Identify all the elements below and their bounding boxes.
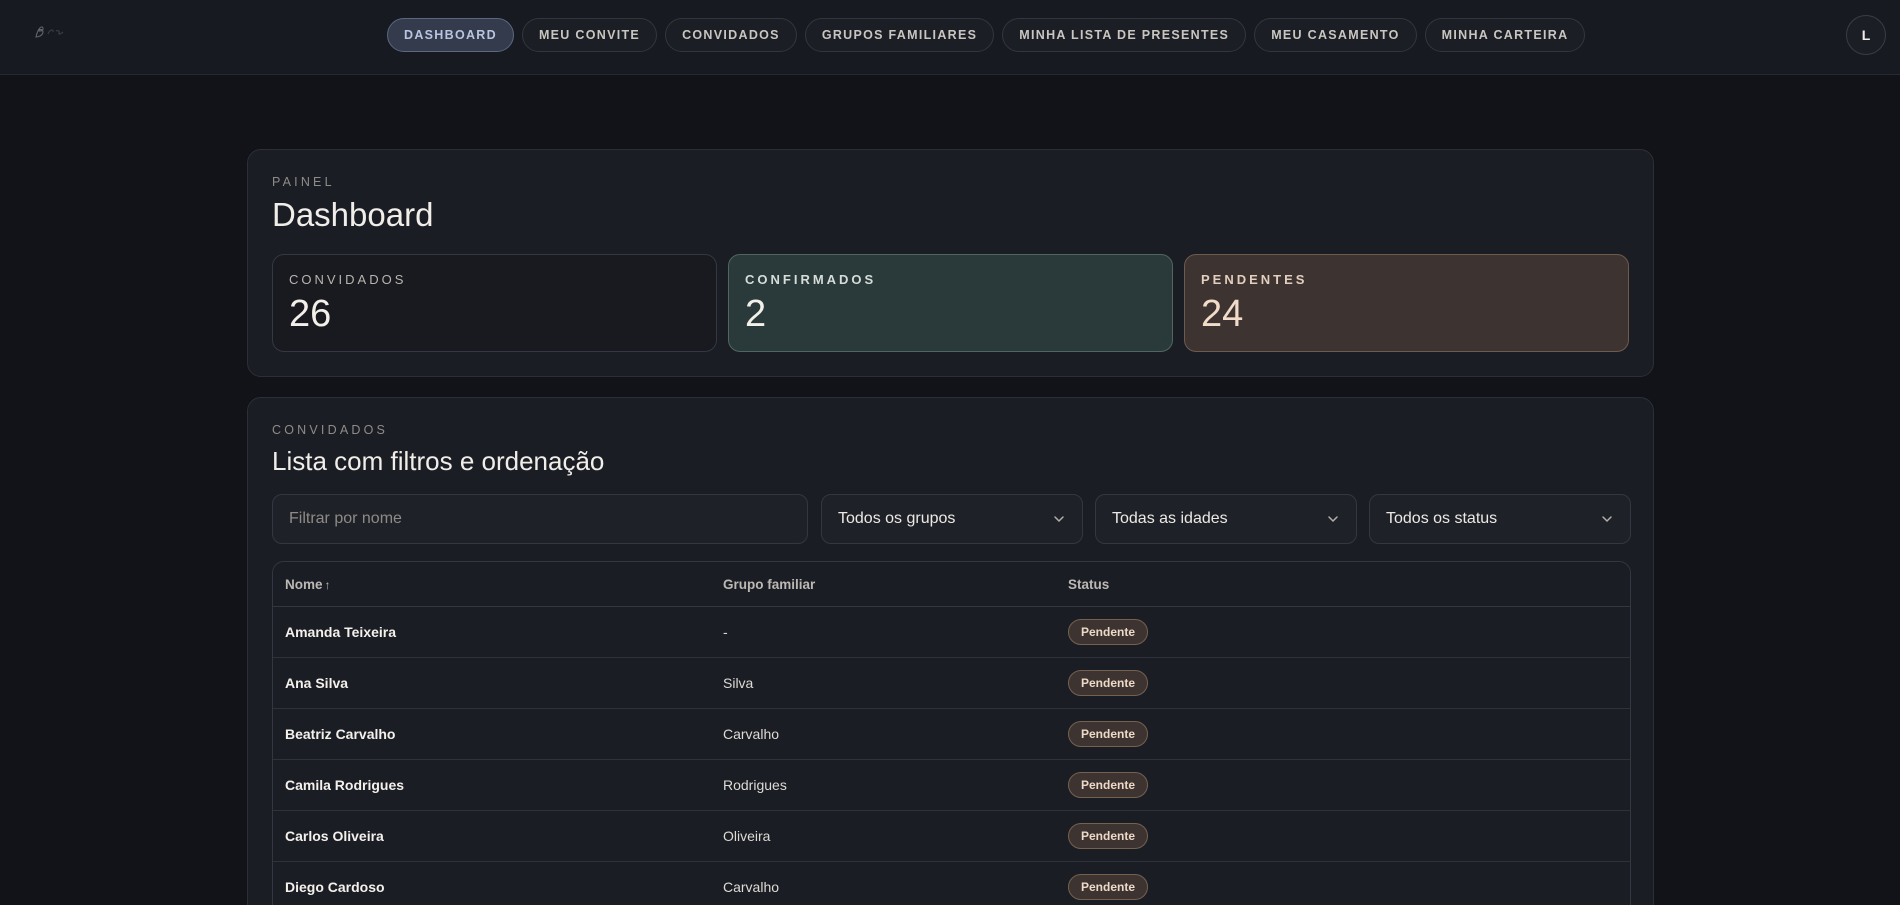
nav-minha-carteira[interactable]: MINHA CARTEIRA <box>1424 18 1586 52</box>
guest-group: Carvalho <box>723 879 780 895</box>
monogram-logo-icon <box>35 26 64 38</box>
stat-label: PENDENTES <box>1201 272 1308 287</box>
guest-name: Carlos Oliveira <box>285 828 384 844</box>
table-row[interactable]: Amanda Teixeira - Pendente <box>273 607 1630 658</box>
table-row[interactable]: Carlos Oliveira Oliveira Pendente <box>273 811 1630 862</box>
group-filter-value: Todos os grupos <box>838 510 956 527</box>
guest-group: Carvalho <box>723 726 780 742</box>
group-filter-select[interactable]: Todos os grupos <box>821 494 1083 544</box>
table-row[interactable]: Ana Silva Silva Pendente <box>273 658 1630 709</box>
stat-value: 2 <box>745 293 767 335</box>
status-badge: Pendente <box>1068 772 1149 798</box>
chevron-down-icon <box>1054 516 1064 523</box>
guest-table: Nome ↑ Grupo familiar Status Amanda Teixe… <box>272 561 1631 905</box>
table-header: Nome ↑ Grupo familiar Status <box>273 562 1630 607</box>
column-header-name-label: Nome <box>285 576 323 592</box>
status-filter-value: Todos os status <box>1386 510 1498 527</box>
guest-name: Beatriz Carvalho <box>285 726 396 742</box>
status-filter-select[interactable]: Todos os status <box>1369 494 1631 544</box>
guest-name: Amanda Teixeira <box>285 624 397 640</box>
guests-eyebrow: CONVIDADOS <box>272 423 389 437</box>
status-badge: Pendente <box>1068 823 1149 849</box>
table-row[interactable]: Diego Cardoso Carvalho Pendente <box>273 862 1630 905</box>
top-navigation-bar: DASHBOARD MEU CONVITE CONVIDADOS GRUPOS … <box>0 0 1900 75</box>
nav-dashboard[interactable]: DASHBOARD <box>387 18 514 52</box>
stat-label: CONVIDADOS <box>289 272 407 287</box>
nav-meu-casamento[interactable]: MEU CASAMENTO <box>1254 18 1417 52</box>
table-row[interactable]: Beatriz Carvalho Carvalho Pendente <box>273 709 1630 760</box>
sort-ascending-icon: ↑ <box>324 577 331 592</box>
guest-name: Ana Silva <box>285 675 349 691</box>
dashboard-summary-card: PAINEL Dashboard CONVIDADOS 26 CONFIRMAD… <box>247 149 1654 377</box>
main-nav: DASHBOARD MEU CONVITE CONVIDADOS GRUPOS … <box>387 18 1586 52</box>
age-filter-value: Todas as idades <box>1112 510 1228 527</box>
dashboard-eyebrow: PAINEL <box>272 175 335 189</box>
column-header-group[interactable]: Grupo familiar <box>723 577 815 592</box>
guest-group: Oliveira <box>723 828 771 844</box>
guest-group: Silva <box>723 675 754 691</box>
guest-group: - <box>723 624 728 640</box>
column-header-name[interactable]: Nome ↑ <box>285 577 331 592</box>
stat-label: CONFIRMADOS <box>745 272 877 287</box>
user-avatar[interactable]: L <box>1846 15 1886 55</box>
stat-value: 26 <box>289 293 332 335</box>
page-title: Dashboard <box>272 196 434 233</box>
nav-meu-convite[interactable]: MEU CONVITE <box>521 18 658 52</box>
section-title: Lista com filtros e ordenação <box>272 446 605 476</box>
status-badge: Pendente <box>1068 619 1149 645</box>
column-header-status[interactable]: Status <box>1068 577 1109 592</box>
stat-pending: PENDENTES 24 <box>1184 254 1629 352</box>
table-row[interactable]: Camila Rodrigues Rodrigues Pendente <box>273 760 1630 811</box>
status-badge: Pendente <box>1068 874 1149 900</box>
guest-group: Rodrigues <box>723 777 787 793</box>
stat-value: 24 <box>1201 293 1244 335</box>
brand-logo[interactable] <box>32 22 72 42</box>
nav-convidados[interactable]: CONVIDADOS <box>665 18 797 52</box>
stat-confirmed: CONFIRMADOS 2 <box>728 254 1173 352</box>
chevron-down-icon <box>1602 516 1612 523</box>
nav-minha-lista-de-presentes[interactable]: MINHA LISTA DE PRESENTES <box>1002 18 1247 52</box>
nav-grupos-familiares[interactable]: GRUPOS FAMILIARES <box>804 18 995 52</box>
stat-total-guests: CONVIDADOS 26 <box>272 254 717 352</box>
name-filter-input[interactable] <box>289 510 791 528</box>
guest-list-card: CONVIDADOS Lista com filtros e ordenação… <box>247 397 1654 905</box>
status-badge: Pendente <box>1068 670 1149 696</box>
guest-name: Camila Rodrigues <box>285 777 405 793</box>
status-badge: Pendente <box>1068 721 1149 747</box>
chevron-down-icon <box>1328 516 1338 523</box>
age-filter-select[interactable]: Todas as idades <box>1095 494 1357 544</box>
name-filter <box>272 494 808 544</box>
guest-name: Diego Cardoso <box>285 879 385 895</box>
